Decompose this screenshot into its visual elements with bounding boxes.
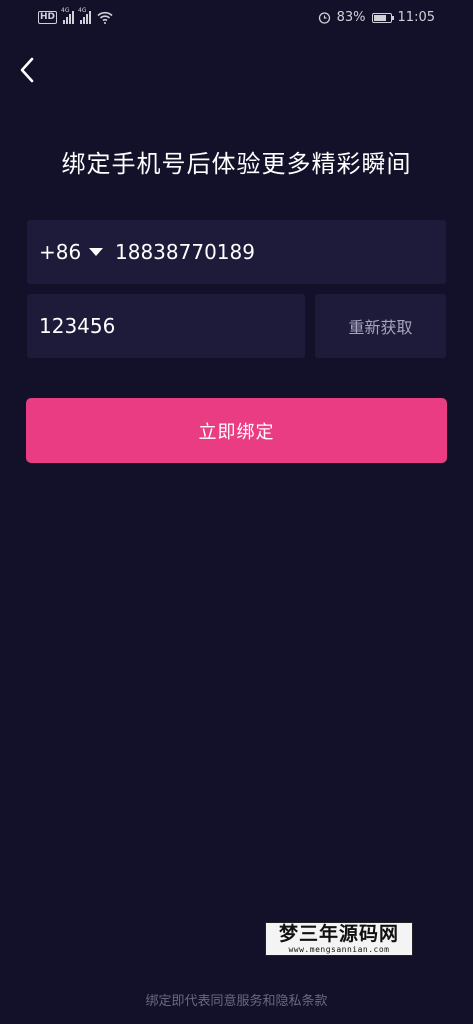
- verification-code-input[interactable]: [39, 294, 295, 358]
- watermark-main: 梦三年源码网: [278, 923, 399, 945]
- triangle-down-icon: [89, 248, 104, 256]
- status-right: 83% 11:05: [318, 10, 435, 25]
- bind-now-button[interactable]: 立即绑定: [26, 398, 447, 463]
- page-title: 绑定手机号后体验更多精彩瞬间: [61, 150, 412, 178]
- network-type-label-2: 4G: [78, 7, 87, 14]
- code-field: [27, 294, 305, 358]
- signal-icon: 4G: [61, 7, 75, 24]
- phone-number-input[interactable]: [115, 220, 435, 284]
- watermark-sub: www.mengsannian.com: [288, 945, 390, 954]
- battery-icon: [371, 12, 394, 23]
- chevron-left-icon: [20, 57, 34, 83]
- signal-icon-2: 4G: [78, 7, 92, 24]
- status-bar: HD 4G 4G 83% 11:05: [0, 0, 473, 38]
- country-code-selector[interactable]: +86: [39, 220, 104, 284]
- wifi-icon: [97, 11, 113, 24]
- phone-field: +86: [27, 220, 446, 284]
- status-left: HD 4G 4G: [38, 7, 113, 24]
- alarm-icon: [318, 12, 330, 24]
- hd-badge: HD: [38, 10, 58, 24]
- watermark: 梦三年源码网 www.mengsannian.com: [265, 922, 413, 956]
- terms-link[interactable]: 绑定即代表同意服务和隐私条款: [0, 990, 473, 1009]
- network-type-label: 4G: [61, 7, 70, 14]
- country-code-label: +86: [39, 240, 82, 264]
- battery-percent: 83%: [336, 10, 366, 25]
- back-button[interactable]: [12, 54, 44, 86]
- clock: 11:05: [397, 10, 435, 25]
- resend-code-button[interactable]: 重新获取: [315, 294, 446, 358]
